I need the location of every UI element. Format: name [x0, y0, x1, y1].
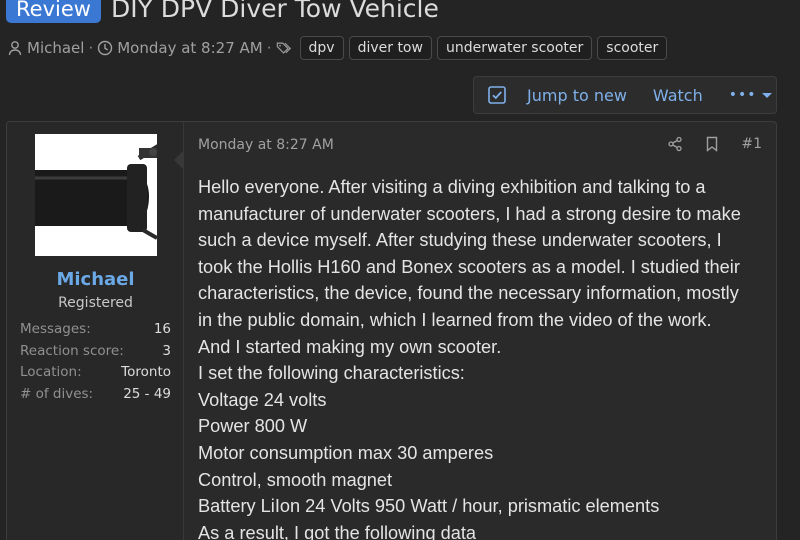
avatar[interactable] [35, 134, 157, 256]
thread-meta: Michael · Monday at 8:27 AM · dpv diver … [7, 36, 672, 60]
thread-author[interactable]: Michael [27, 39, 84, 57]
post-line: in the public domain, which I learned fr… [198, 309, 712, 330]
user-stats: Messages: 16 Reaction score: 3 Location:… [20, 319, 171, 405]
tag-list: dpv diver tow underwater scooter scooter [299, 36, 673, 60]
post-date[interactable]: Monday at 8:27 AM [198, 137, 334, 153]
post-line: Control, smooth magnet [198, 469, 393, 490]
post-actions: #1 [645, 136, 762, 152]
tag-underwater-scooter[interactable]: underwater scooter [436, 36, 593, 60]
more-dots: ••• [728, 87, 757, 103]
post-line: Power 800 W [198, 416, 308, 437]
post-line: such a device myself. After studying the… [198, 230, 722, 251]
clock-icon [97, 40, 113, 56]
jump-to-new-button[interactable]: Jump to new [527, 86, 627, 105]
share-icon[interactable] [667, 136, 683, 152]
stat-key: Messages: [20, 321, 91, 337]
avatar-scooter-image [35, 134, 157, 256]
post-line: characteristics, the device, found the n… [198, 283, 739, 304]
caret-down-icon [761, 93, 772, 98]
stat-value: 3 [162, 342, 171, 359]
select-checkbox-icon[interactable] [487, 85, 507, 105]
stat-value[interactable]: 16 [154, 319, 171, 341]
stat-key: Location: [20, 364, 82, 380]
stat-dives: # of dives: 25 - 49 [20, 384, 171, 406]
thread-header: Review DIY DPV Diver Tow Vehicle [6, 0, 439, 26]
more-options-button[interactable]: ••• [729, 87, 774, 103]
post-line: manufacturer of underwater scooters, I h… [198, 203, 741, 224]
post-line: Voltage 24 volts [198, 389, 327, 410]
thread-prefix-badge[interactable]: Review [6, 0, 101, 23]
tags-icon [276, 40, 292, 56]
post-line: Hello everyone. After visiting a diving … [198, 177, 706, 197]
post-line: As a result, I got the following data [198, 522, 477, 540]
post-body: Hello everyone. After visiting a diving … [198, 174, 770, 540]
user-icon [7, 40, 23, 56]
post-line: Battery LiIon 24 Volts 950 Watt / hour, … [198, 496, 660, 517]
tag-scooter[interactable]: scooter [597, 36, 668, 60]
tag-diver-tow[interactable]: diver tow [348, 36, 432, 60]
post-line: took the Hollis H160 and Bonex scooters … [198, 256, 740, 277]
post-user-panel: Michael Registered Messages: 16 Reaction… [7, 122, 184, 540]
bookmark-icon[interactable] [705, 136, 719, 152]
post-content: Monday at 8:27 AM #1 Hello everyone. Aft… [185, 122, 776, 540]
post-line: And I started making my own scooter. [198, 336, 502, 357]
stat-reaction-score: Reaction score: 3 [20, 341, 171, 363]
stat-location: Location: Toronto [20, 362, 171, 384]
post-line: I set the following characteristics: [198, 363, 465, 384]
thread-date[interactable]: Monday at 8:27 AM [117, 39, 262, 57]
stat-value[interactable]: Toronto [121, 362, 171, 384]
post-message: Michael Registered Messages: 16 Reaction… [6, 121, 777, 540]
post-line: Motor consumption max 30 amperes [198, 442, 494, 463]
post-number-link[interactable]: #1 [741, 136, 762, 152]
stat-messages: Messages: 16 [20, 319, 171, 341]
stat-key: # of dives: [20, 385, 94, 402]
user-title: Registered [58, 295, 133, 311]
watch-button[interactable]: Watch [653, 86, 703, 105]
page-title: DIY DPV Diver Tow Vehicle [110, 0, 439, 23]
tag-dpv[interactable]: dpv [299, 36, 344, 60]
user-panel-arrow [174, 150, 184, 170]
stat-key: Reaction score: [20, 342, 124, 359]
meta-separator: · [88, 39, 94, 57]
stat-value: 25 - 49 [123, 385, 171, 402]
meta-separator: · [266, 39, 272, 57]
thread-button-bar: Jump to new Watch ••• [473, 76, 777, 114]
post-username[interactable]: Michael [7, 269, 184, 290]
